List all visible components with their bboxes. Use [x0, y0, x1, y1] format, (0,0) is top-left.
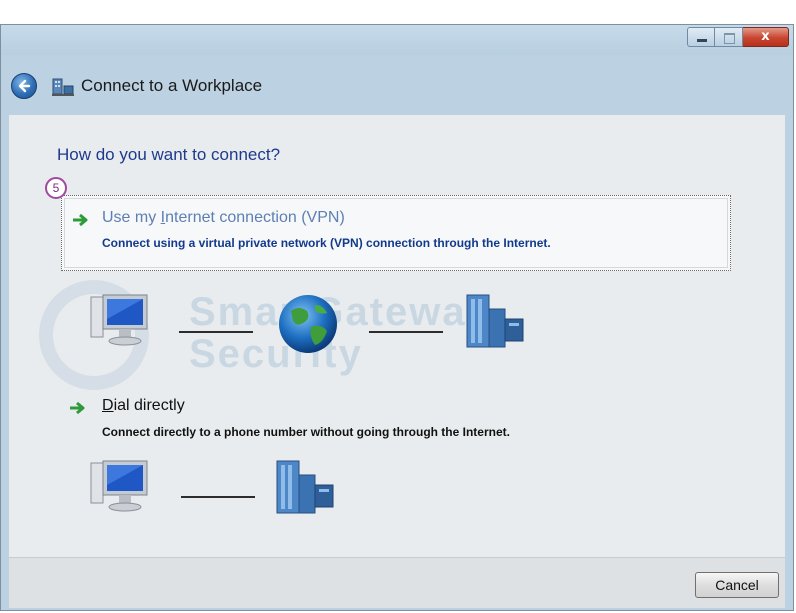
computer-icon	[90, 460, 148, 512]
close-button[interactable]: x	[743, 27, 789, 47]
option-vpn-title: Use my Internet connection (VPN)	[102, 209, 345, 227]
computer-icon	[90, 294, 148, 346]
back-arrow-icon	[18, 79, 31, 93]
option-vpn-description: Connect using a virtual private network …	[102, 236, 551, 250]
minimize-icon	[697, 39, 707, 42]
window-title: Connect to a Workplace	[81, 76, 263, 95]
option-vpn-title-prefix: Use my	[102, 209, 161, 226]
option-vpn[interactable]: Use my Internet connection (VPN) Connect…	[61, 195, 731, 271]
connection-line	[181, 496, 255, 498]
network-workplace-icon	[52, 78, 74, 96]
option-dial-title[interactable]: Dial directly	[102, 397, 185, 415]
navigation-bar: Connect to a Workplace	[1, 55, 793, 115]
cancel-button[interactable]: Cancel	[695, 572, 779, 598]
option-dial-accelerator: D	[102, 397, 114, 414]
close-icon: x	[761, 29, 770, 44]
option-vpn-title-suffix: nternet connection (VPN)	[165, 209, 345, 226]
footer-bar: Cancel	[9, 557, 785, 608]
back-button[interactable]	[11, 73, 37, 99]
window-controls: x	[687, 27, 789, 47]
minimize-button[interactable]	[687, 27, 715, 47]
maximize-button[interactable]	[715, 27, 743, 47]
globe-icon	[279, 295, 337, 353]
content-panel: How do you want to connect? SmartGateway…	[9, 115, 785, 557]
connection-line	[369, 331, 443, 333]
connect-workplace-window: x Connect to a Workplace How do you want…	[0, 24, 794, 611]
green-arrow-icon	[70, 401, 85, 415]
watermark-line-1: SmartGateway	[189, 290, 491, 334]
step-badge: 5	[45, 177, 67, 199]
server-icon	[276, 460, 334, 514]
green-arrow-icon	[73, 213, 88, 227]
page-heading: How do you want to connect?	[57, 145, 281, 164]
maximize-icon	[724, 33, 735, 44]
option-dial-description: Connect directly to a phone number witho…	[102, 425, 510, 439]
server-icon	[466, 294, 524, 348]
connection-line	[179, 331, 253, 333]
option-dial-title-suffix: ial directly	[113, 397, 185, 414]
title-bar[interactable]: x	[1, 25, 793, 55]
